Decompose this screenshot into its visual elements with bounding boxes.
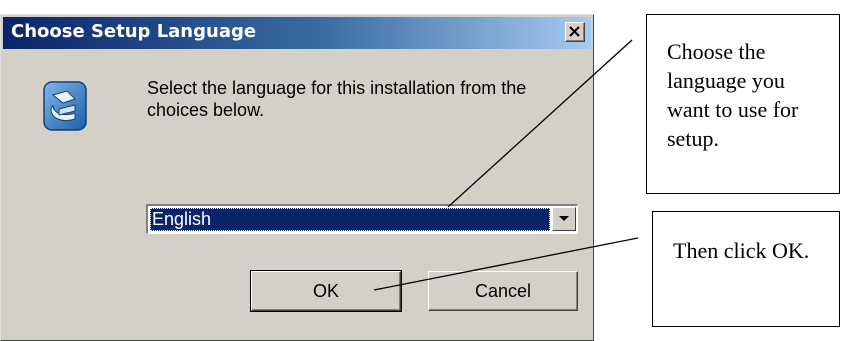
leader-line-language (447, 39, 633, 208)
callout-leader-lines (373, 39, 639, 291)
leader-line-ok (373, 237, 639, 291)
